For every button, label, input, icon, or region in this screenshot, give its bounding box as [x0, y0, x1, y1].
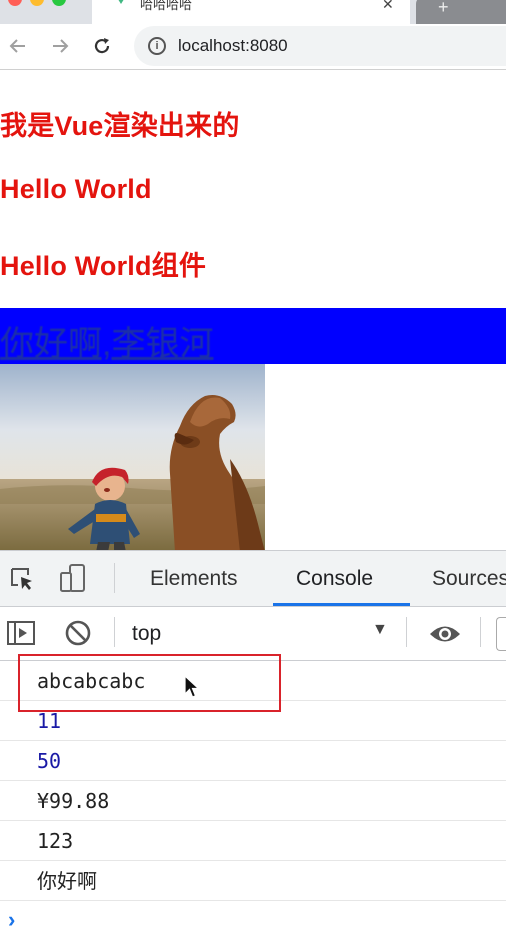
- blue-banner: 你好啊,李银河: [0, 308, 506, 364]
- site-info-icon[interactable]: i: [148, 37, 166, 55]
- console-sidebar-icon[interactable]: [6, 619, 36, 652]
- devtools-tab-bar: Elements Console Sources: [0, 551, 506, 607]
- heading-hello-world-component: Hello World组件: [0, 251, 207, 281]
- console-filter-input[interactable]: [496, 617, 506, 651]
- context-selector[interactable]: top: [132, 622, 161, 646]
- omnibox[interactable]: i localhost:8080: [134, 26, 506, 66]
- console-line: 50: [0, 741, 506, 781]
- console-line: ¥99.88: [0, 781, 506, 821]
- context-dropdown-icon[interactable]: ▼: [372, 621, 388, 639]
- toolbar-separator: [480, 617, 481, 647]
- clear-console-icon[interactable]: [64, 619, 92, 652]
- tab-console[interactable]: Console: [296, 567, 373, 591]
- url-text[interactable]: localhost:8080: [178, 36, 288, 56]
- devtools-panel: Elements Console Sources top ▼ abcabcabc…: [0, 550, 506, 946]
- live-expression-eye-icon[interactable]: [428, 621, 462, 652]
- forward-button[interactable]: [46, 32, 74, 60]
- tab-sources[interactable]: Sources: [432, 567, 506, 591]
- toolbar-separator: [114, 617, 115, 647]
- console-line: 你好啊: [0, 861, 506, 901]
- console-toolbar: top ▼: [0, 607, 506, 661]
- reload-button[interactable]: [88, 32, 116, 60]
- greeting-link[interactable]: 你好啊,李银河: [0, 316, 213, 365]
- console-prompt-icon[interactable]: ›: [8, 907, 15, 933]
- heading-hello-world: Hello World: [0, 174, 152, 204]
- vue-logo-icon: [118, 0, 124, 4]
- tab-title: 哈哈哈哈: [140, 0, 193, 12]
- reload-icon: [94, 38, 110, 54]
- tab-close-icon[interactable]: ✕: [382, 0, 394, 13]
- zoom-window-button[interactable]: [52, 0, 66, 6]
- mouse-cursor-icon: [184, 674, 201, 704]
- active-tab-indicator: [273, 603, 410, 606]
- device-toolbar-icon[interactable]: [58, 563, 88, 600]
- back-button[interactable]: [4, 32, 32, 60]
- inspect-element-icon[interactable]: [8, 565, 36, 598]
- toolbar-separator: [114, 563, 115, 593]
- annotation-highlight-box: [18, 654, 281, 712]
- address-bar: i localhost:8080: [0, 24, 506, 70]
- camel-photo: [0, 364, 265, 552]
- tab-elements[interactable]: Elements: [150, 567, 238, 591]
- toolbar-separator: [406, 617, 407, 647]
- heading-vue-rendered: 我是Vue渲染出来的: [0, 111, 240, 141]
- camel-child-image: [0, 364, 265, 552]
- new-tab-icon[interactable]: +: [438, 0, 449, 18]
- back-arrow-icon: [9, 39, 25, 53]
- minimize-window-button[interactable]: [30, 0, 44, 6]
- close-window-button[interactable]: [8, 0, 22, 6]
- console-line: 123: [0, 821, 506, 861]
- forward-arrow-icon: [53, 39, 69, 53]
